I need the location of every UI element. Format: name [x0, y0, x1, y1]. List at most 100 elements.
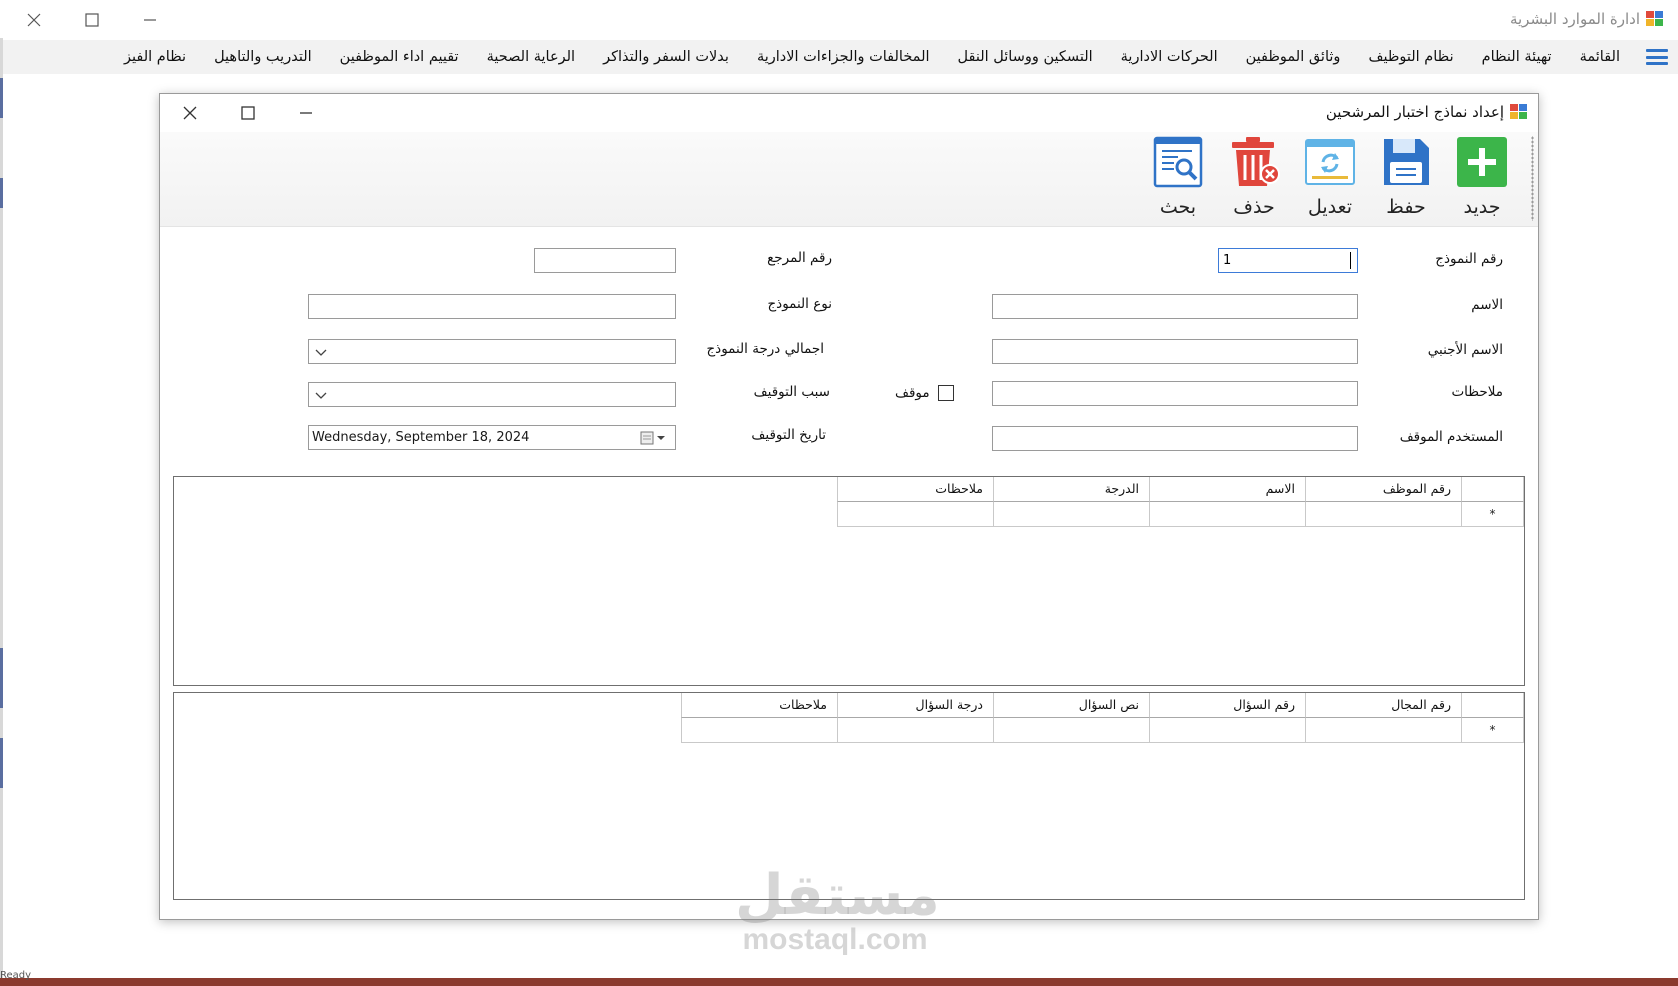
menu-item-health-care[interactable]: الرعاية الصحية: [473, 49, 589, 65]
menu-item-system-setup[interactable]: تهيئة النظام: [1468, 49, 1566, 65]
stopping-user-input[interactable]: [992, 426, 1358, 451]
menu-item-recruitment[interactable]: نظام التوظيف: [1354, 49, 1467, 65]
trash-icon: [1228, 136, 1280, 188]
reference-number-input[interactable]: [534, 248, 676, 273]
app-logo-icon: [1646, 11, 1664, 27]
stopping-user-label: المستخدم الموقف: [1399, 429, 1503, 445]
notes-label: ملاحظات: [1451, 384, 1503, 400]
stop-reason-combo[interactable]: [308, 382, 676, 407]
child-minimize-button[interactable]: [278, 98, 334, 128]
menu-item-main[interactable]: القائمة: [1566, 49, 1634, 65]
child-title-text: إعداد نماذج اختبار المرشحين: [1325, 103, 1504, 121]
minimize-icon: [300, 112, 312, 114]
column-header-grade[interactable]: الدرجة: [994, 477, 1150, 502]
table-cell[interactable]: [1306, 502, 1462, 527]
model-type-input[interactable]: [308, 294, 676, 319]
table-cell[interactable]: [994, 502, 1150, 527]
chevron-down-icon: [315, 392, 327, 399]
stop-date-picker[interactable]: Wednesday, September 18, 2024: [308, 425, 676, 450]
column-header-name[interactable]: الاسم: [1150, 477, 1306, 502]
new-button[interactable]: جديد: [1450, 136, 1514, 224]
reference-number-label: رقم المرجع: [767, 250, 832, 266]
save-button[interactable]: حفظ: [1374, 136, 1438, 224]
child-maximize-button[interactable]: [220, 98, 276, 128]
menu-item-admin-movements[interactable]: الحركات الادارية: [1107, 49, 1232, 65]
edit-button[interactable]: تعديل: [1298, 136, 1362, 224]
questions-grid-table: رقم المجال رقم السؤال نص السؤال درجة الس…: [681, 693, 1524, 743]
search-button-label: بحث: [1159, 196, 1197, 218]
column-header-employee-number[interactable]: رقم الموظف: [1306, 477, 1462, 502]
total-grade-combo[interactable]: [308, 339, 676, 364]
column-header-notes[interactable]: ملاحظات: [837, 477, 994, 502]
column-header-question-number[interactable]: رقم السؤال: [1150, 693, 1306, 718]
model-type-label: نوع النموذج: [767, 296, 832, 312]
stopped-label: موقف: [895, 385, 930, 401]
employees-grid-table: رقم الموظف الاسم الدرجة ملاحظات *: [837, 477, 1524, 527]
search-button[interactable]: بحث: [1146, 136, 1210, 224]
stopped-checkbox[interactable]: [938, 385, 954, 401]
save-button-label: حفظ: [1386, 196, 1426, 218]
menu-hamburger-icon[interactable]: [1646, 49, 1668, 65]
toolbar: جديد حفظ تعديل حذف بحث: [160, 132, 1538, 227]
employees-grid: رقم الموظف الاسم الدرجة ملاحظات *: [173, 476, 1525, 686]
app-titlebar: ادارة الموارد البشرية: [0, 0, 1678, 40]
child-title: إعداد نماذج اختبار المرشحين: [1326, 103, 1528, 121]
new-row-marker: *: [1462, 718, 1524, 743]
notes-input[interactable]: [992, 381, 1358, 406]
new-button-label: جديد: [1463, 196, 1501, 218]
child-close-button[interactable]: [162, 98, 218, 128]
minimize-icon: [144, 19, 156, 21]
toolbar-grip[interactable]: [1531, 136, 1534, 221]
table-cell[interactable]: [838, 718, 994, 743]
menu-item-training[interactable]: التدريب والتاهيل: [200, 49, 326, 65]
statusbar: [0, 978, 1678, 986]
close-button[interactable]: [6, 4, 62, 36]
model-number-input[interactable]: [1218, 248, 1358, 273]
stop-date-label: تاريخ التوقيف: [751, 427, 826, 443]
menu-item-visa[interactable]: نظام الفيز: [110, 49, 200, 65]
app-title: ادارة الموارد البشرية: [1510, 10, 1664, 28]
menu-item-performance[interactable]: تقييم اداء الموظفين: [326, 49, 473, 65]
close-icon: [27, 13, 41, 27]
child-titlebar: إعداد نماذج اختبار المرشحين: [160, 94, 1538, 132]
table-cell[interactable]: [1150, 718, 1306, 743]
text-caret: [1350, 252, 1351, 269]
column-header-question-grade[interactable]: درجة السؤال: [838, 693, 994, 718]
document-search-icon: [1152, 136, 1204, 188]
watermark-arabic: مستقل: [735, 863, 940, 928]
column-header-domain-number[interactable]: رقم المجال: [1306, 693, 1462, 718]
left-edge-strip: [0, 38, 3, 986]
column-header-notes[interactable]: ملاحظات: [681, 693, 838, 718]
table-row[interactable]: *: [837, 502, 1524, 527]
column-header-question-text[interactable]: نص السؤال: [994, 693, 1150, 718]
foreign-name-input[interactable]: [992, 339, 1358, 364]
name-label: الاسم: [1471, 297, 1503, 313]
menu-item-housing-transport[interactable]: التسكين ووسائل النقل: [944, 49, 1107, 65]
maximize-icon: [85, 13, 99, 27]
calendar-dropdown-icon[interactable]: [639, 430, 669, 446]
menu-items: القائمة تهيئة النظام نظام التوظيف وثائق …: [110, 40, 1678, 74]
table-cell[interactable]: [837, 502, 994, 527]
total-grade-label: اجمالي درجة النموذج: [706, 341, 824, 357]
table-row[interactable]: *: [681, 718, 1524, 743]
delete-button[interactable]: حذف: [1222, 136, 1286, 224]
close-icon: [183, 106, 197, 120]
minimize-button[interactable]: [122, 4, 178, 36]
name-input[interactable]: [992, 294, 1358, 319]
menu-item-violations[interactable]: المخالفات والجزاءات الادارية: [743, 49, 944, 65]
maximize-icon: [241, 106, 255, 120]
maximize-button[interactable]: [64, 4, 120, 36]
table-cell[interactable]: [681, 718, 838, 743]
delete-button-label: حذف: [1233, 196, 1275, 218]
table-cell[interactable]: [1306, 718, 1462, 743]
table-cell[interactable]: [994, 718, 1150, 743]
refresh-window-icon: [1304, 136, 1356, 188]
table-cell[interactable]: [1150, 502, 1306, 527]
plus-icon: [1456, 136, 1508, 188]
menu-item-employee-documents[interactable]: وثائق الموظفين: [1232, 49, 1355, 65]
chevron-down-icon: [315, 349, 327, 356]
grid-header-row: رقم الموظف الاسم الدرجة ملاحظات: [837, 477, 1524, 502]
menu-item-travel-allowances[interactable]: بدلات السفر والتذاكر: [589, 49, 743, 65]
status-text: Ready: [0, 970, 32, 981]
menubar: القائمة تهيئة النظام نظام التوظيف وثائق …: [0, 40, 1678, 74]
